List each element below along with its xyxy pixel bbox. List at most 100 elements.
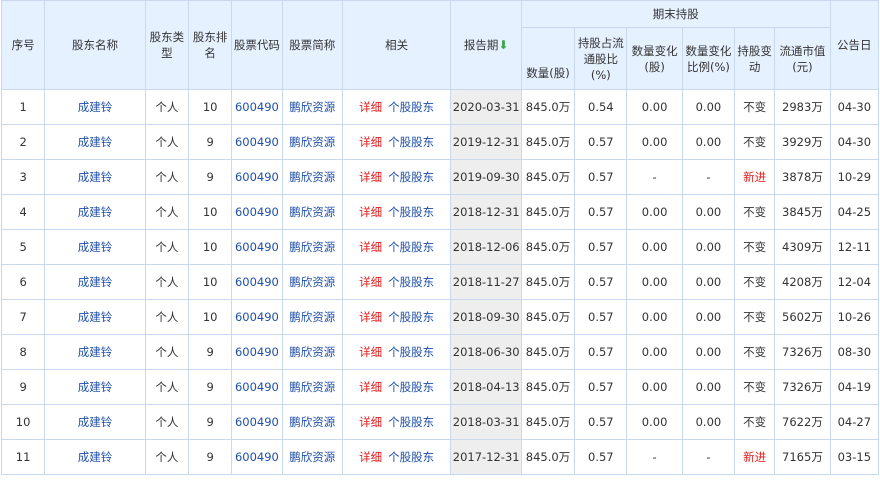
cell-qty-change-ratio: 0.00: [681, 299, 736, 335]
detail-link[interactable]: 详细: [359, 345, 382, 359]
cell-qty-change: 0.00: [626, 404, 683, 440]
stock-holders-link[interactable]: 个股股东: [388, 310, 434, 324]
stock-holders-link[interactable]: 个股股东: [388, 275, 434, 289]
detail-link[interactable]: 详细: [359, 135, 382, 149]
cell-holder-name[interactable]: 成建铃: [44, 229, 146, 265]
cell-holder-name[interactable]: 成建铃: [44, 404, 146, 440]
cell-qty-change: -: [626, 439, 683, 475]
stock-holders-link[interactable]: 个股股东: [388, 345, 434, 359]
cell-stock-abbr[interactable]: 鹏欣资源: [281, 404, 343, 440]
detail-link[interactable]: 详细: [359, 205, 382, 219]
cell-holder-name[interactable]: 成建铃: [44, 194, 146, 230]
stock-holders-link[interactable]: 个股股东: [388, 415, 434, 429]
col-announce-date[interactable]: 公告日: [829, 0, 880, 90]
cell-float-ratio: 0.57: [574, 264, 628, 300]
col-stock-abbr[interactable]: 股票简称: [281, 0, 343, 90]
cell-related: 详细 个股股东: [341, 159, 452, 195]
cell-float-ratio: 0.57: [574, 124, 628, 160]
col-qty-change[interactable]: 数量变化(股): [626, 27, 683, 90]
cell-related: 详细 个股股东: [341, 334, 452, 370]
col-holder-type[interactable]: 股东类型: [144, 0, 190, 90]
stock-holders-link[interactable]: 个股股东: [388, 170, 434, 184]
cell-stock-code[interactable]: 600490: [231, 89, 283, 125]
cell-stock-code[interactable]: 600490: [231, 159, 283, 195]
col-related: 相关: [341, 0, 452, 90]
cell-stock-abbr[interactable]: 鹏欣资源: [281, 124, 343, 160]
cell-stock-code[interactable]: 600490: [231, 334, 283, 370]
cell-stock-abbr[interactable]: 鹏欣资源: [281, 194, 343, 230]
stock-holders-link[interactable]: 个股股东: [388, 240, 434, 254]
cell-holder-name[interactable]: 成建铃: [44, 369, 146, 405]
cell-holder-name[interactable]: 成建铃: [44, 124, 146, 160]
cell-float-market-value: 7326万: [774, 369, 831, 405]
detail-link[interactable]: 详细: [359, 380, 382, 394]
col-quantity[interactable]: 数量(股): [520, 27, 576, 90]
cell-stock-abbr[interactable]: 鹏欣资源: [281, 159, 343, 195]
cell-holder-name[interactable]: 成建铃: [44, 439, 146, 475]
cell-seq: 9: [0, 369, 46, 405]
cell-stock-code[interactable]: 600490: [231, 264, 283, 300]
cell-stock-abbr[interactable]: 鹏欣资源: [281, 229, 343, 265]
stock-holders-link[interactable]: 个股股东: [388, 450, 434, 464]
cell-announce-date: 04-25: [829, 194, 880, 230]
col-report-date[interactable]: 报告期⬇: [450, 0, 522, 90]
cell-qty-change-ratio: 0.00: [681, 264, 736, 300]
cell-stock-code[interactable]: 600490: [231, 369, 283, 405]
table-row: 1 成建铃 个人 10 600490 鹏欣资源 详细 个股股东 2020-03-31 845.0万…: [0, 89, 880, 125]
cell-holder-rank: 10: [188, 264, 233, 300]
cell-stock-code[interactable]: 600490: [231, 229, 283, 265]
cell-stock-abbr[interactable]: 鹏欣资源: [281, 439, 343, 475]
detail-link[interactable]: 详细: [359, 310, 382, 324]
cell-seq: 6: [0, 264, 46, 300]
cell-stock-code[interactable]: 600490: [231, 404, 283, 440]
detail-link[interactable]: 详细: [359, 275, 382, 289]
cell-stock-code[interactable]: 600490: [231, 124, 283, 160]
stock-holders-link[interactable]: 个股股东: [388, 135, 434, 149]
col-holding-change[interactable]: 持股变动: [734, 27, 776, 90]
cell-holder-name[interactable]: 成建铃: [44, 334, 146, 370]
cell-qty-change-ratio: 0.00: [681, 369, 736, 405]
cell-stock-abbr[interactable]: 鹏欣资源: [281, 334, 343, 370]
col-group-period-end: 期末持股: [520, 0, 831, 28]
cell-report-date: 2018-12-06: [450, 229, 522, 265]
cell-stock-abbr[interactable]: 鹏欣资源: [281, 89, 343, 125]
detail-link[interactable]: 详细: [359, 100, 382, 114]
cell-qty-change-ratio: -: [681, 439, 736, 475]
cell-stock-abbr[interactable]: 鹏欣资源: [281, 264, 343, 300]
detail-link[interactable]: 详细: [359, 240, 382, 254]
cell-stock-abbr[interactable]: 鹏欣资源: [281, 299, 343, 335]
table-row: 7 成建铃 个人 10 600490 鹏欣资源 详细 个股股东 2018-09-30 845.0万…: [0, 299, 880, 335]
col-holder-rank[interactable]: 股东排名: [188, 0, 233, 90]
cell-stock-abbr[interactable]: 鹏欣资源: [281, 369, 343, 405]
sort-down-arrow-icon[interactable]: ⬇: [498, 38, 508, 52]
stock-holders-link[interactable]: 个股股东: [388, 205, 434, 219]
cell-holder-name[interactable]: 成建铃: [44, 89, 146, 125]
cell-float-ratio: 0.57: [574, 194, 628, 230]
cell-holder-name[interactable]: 成建铃: [44, 299, 146, 335]
col-float-market-value[interactable]: 流通市值(元): [774, 27, 831, 90]
col-qty-change-ratio[interactable]: 数量变化比例(%): [681, 27, 736, 90]
cell-holder-rank: 9: [188, 159, 233, 195]
detail-link[interactable]: 详细: [359, 450, 382, 464]
cell-quantity: 845.0万: [520, 159, 576, 195]
cell-holder-name[interactable]: 成建铃: [44, 159, 146, 195]
cell-holder-name[interactable]: 成建铃: [44, 264, 146, 300]
cell-report-date: 2018-06-30: [450, 334, 522, 370]
cell-qty-change: 0.00: [626, 124, 683, 160]
detail-link[interactable]: 详细: [359, 170, 382, 184]
cell-holder-type: 个人: [144, 229, 190, 265]
col-holder-name[interactable]: 股东名称: [44, 0, 146, 90]
cell-float-market-value: 3845万: [774, 194, 831, 230]
cell-report-date: 2019-09-30: [450, 159, 522, 195]
cell-stock-code[interactable]: 600490: [231, 299, 283, 335]
stock-holders-link[interactable]: 个股股东: [388, 380, 434, 394]
cell-seq: 2: [0, 124, 46, 160]
col-float-ratio[interactable]: 持股占流通股比(%): [574, 27, 628, 90]
cell-holder-rank: 9: [188, 334, 233, 370]
cell-stock-code[interactable]: 600490: [231, 439, 283, 475]
stock-holders-link[interactable]: 个股股东: [388, 100, 434, 114]
cell-stock-code[interactable]: 600490: [231, 194, 283, 230]
col-stock-code[interactable]: 股票代码: [231, 0, 283, 90]
cell-qty-change: 0.00: [626, 264, 683, 300]
detail-link[interactable]: 详细: [359, 415, 382, 429]
